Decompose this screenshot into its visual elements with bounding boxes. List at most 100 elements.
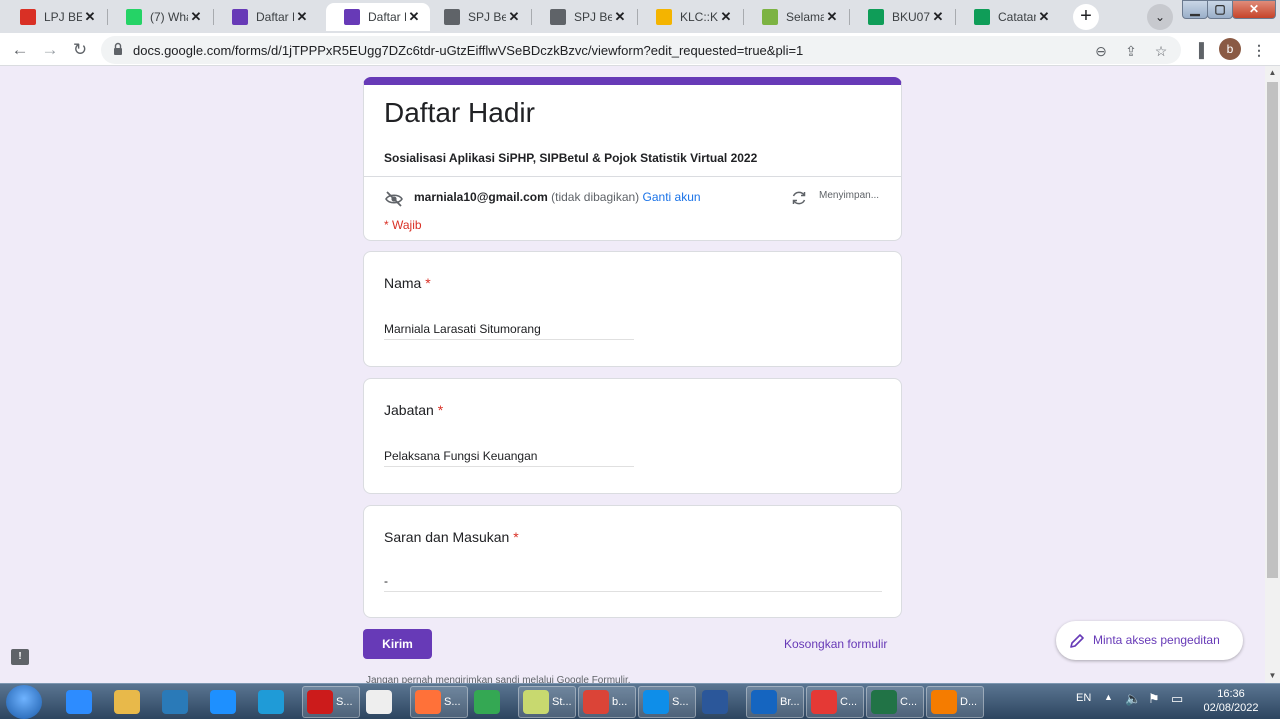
taskbar-item[interactable]: C... bbox=[806, 686, 864, 718]
volume-icon[interactable]: 🔈 bbox=[1125, 691, 1141, 707]
clock-time: 16:36 bbox=[1217, 688, 1245, 700]
taskbar-item[interactable]: b... bbox=[578, 686, 636, 718]
show-hidden-icons[interactable]: ▲ bbox=[1104, 692, 1113, 702]
file-explorer-icon bbox=[114, 690, 140, 714]
required-asterisk: * bbox=[437, 402, 444, 418]
request-edit-label: Minta akses pengeditan bbox=[1093, 633, 1220, 647]
browser-tab[interactable]: Daftar Ha✕ bbox=[326, 3, 430, 31]
feedback-icon[interactable]: ! bbox=[11, 649, 29, 665]
browser-tab[interactable]: (7) What✕ bbox=[108, 3, 212, 31]
new-tab-button[interactable]: + bbox=[1073, 4, 1099, 30]
opera-icon bbox=[307, 690, 333, 714]
share-icon[interactable]: ⇪ bbox=[1121, 41, 1141, 61]
taskbar-item-label: S... bbox=[672, 696, 689, 708]
scroll-down-icon[interactable]: ▼ bbox=[1265, 669, 1280, 683]
clear-form-link[interactable]: Kosongkan formulir bbox=[784, 637, 887, 651]
taskbar-item[interactable]: Br... bbox=[746, 686, 804, 718]
answer-textarea-saran[interactable]: - bbox=[384, 574, 882, 592]
side-panel-icon[interactable]: ▐ bbox=[1189, 40, 1209, 60]
start-button[interactable] bbox=[6, 685, 42, 719]
word-icon bbox=[702, 690, 728, 714]
taskbar-item[interactable] bbox=[254, 686, 300, 718]
back-arrow-icon[interactable]: ← bbox=[8, 38, 32, 62]
browser-tab[interactable]: KLC::Kem✕ bbox=[638, 3, 742, 31]
close-tab-icon[interactable]: ✕ bbox=[188, 9, 204, 25]
chrome-profile-icon bbox=[583, 690, 609, 714]
close-tab-icon[interactable]: ✕ bbox=[824, 9, 840, 25]
cc4-icon bbox=[811, 690, 837, 714]
language-indicator[interactable]: EN bbox=[1076, 692, 1091, 704]
close-tab-icon[interactable]: ✕ bbox=[294, 9, 310, 25]
taskbar-item[interactable] bbox=[158, 686, 204, 718]
taskbar-item[interactable] bbox=[362, 686, 408, 718]
taskbar-item[interactable]: S... bbox=[638, 686, 696, 718]
answer-input-jabatan[interactable]: Pelaksana Fungsi Keuangan bbox=[384, 449, 634, 467]
form-header-card: Daftar Hadir Sosialisasi Aplikasi SiPHP,… bbox=[363, 77, 902, 241]
close-tab-icon[interactable]: ✕ bbox=[1036, 9, 1052, 25]
profile-avatar[interactable]: b bbox=[1219, 38, 1241, 60]
submit-button[interactable]: Kirim bbox=[363, 629, 432, 659]
menu-kebab-icon[interactable]: ⋮ bbox=[1249, 40, 1269, 60]
taskbar-item[interactable] bbox=[62, 686, 108, 718]
answer-input-nama[interactable]: Marniala Larasati Situmorang bbox=[384, 322, 634, 340]
forward-arrow-icon[interactable]: → bbox=[38, 38, 62, 62]
switch-account-link[interactable]: Ganti akun bbox=[643, 190, 701, 204]
close-tab-icon[interactable]: ✕ bbox=[506, 9, 522, 25]
tab-title: LPJ BEND bbox=[44, 10, 82, 24]
tab-title: Catatan bbox=[998, 10, 1036, 24]
reload-icon[interactable]: ↻ bbox=[68, 38, 92, 62]
bookmark-star-icon[interactable]: ☆ bbox=[1151, 41, 1171, 61]
browser-tab[interactable]: LPJ BEND✕ bbox=[2, 3, 106, 31]
scrollbar-thumb[interactable] bbox=[1267, 82, 1278, 578]
required-note: * Wajib bbox=[384, 218, 422, 232]
browser-tab[interactable]: Selamat✕ bbox=[744, 3, 848, 31]
system-clock[interactable]: 16:36 02/08/2022 bbox=[1198, 687, 1264, 715]
password-warning-note: Jangan pernah mengirimkan sandi melalui … bbox=[366, 675, 631, 683]
action-center-icon[interactable]: ▭ bbox=[1171, 691, 1183, 707]
maximize-button[interactable]: ▢ bbox=[1207, 0, 1233, 19]
taskbar-item[interactable] bbox=[698, 686, 744, 718]
taskbar-item[interactable] bbox=[470, 686, 516, 718]
scroll-up-icon[interactable]: ▲ bbox=[1265, 66, 1280, 80]
excel-icon bbox=[871, 690, 897, 714]
address-bar[interactable]: docs.google.com/forms/d/1jTPPPxR5EUgg7DZ… bbox=[101, 36, 1181, 64]
close-tab-icon[interactable]: ✕ bbox=[930, 9, 946, 25]
taskbar-item-label: Br... bbox=[780, 696, 800, 708]
tab-title: Selamat bbox=[786, 10, 824, 24]
zoom-icon bbox=[66, 690, 92, 714]
tab-title: Daftar Ha bbox=[368, 10, 406, 24]
browser-tab[interactable]: Catatan ✕ bbox=[956, 3, 1060, 31]
taskbar-item[interactable]: St... bbox=[518, 686, 576, 718]
close-tab-icon[interactable]: ✕ bbox=[612, 9, 628, 25]
taskbar-item[interactable]: S... bbox=[302, 686, 360, 718]
taskbar-item[interactable] bbox=[110, 686, 156, 718]
network-icon[interactable]: ⚑ bbox=[1148, 691, 1160, 707]
pdf-icon bbox=[931, 690, 957, 714]
windows-taskbar: S... S... St... b... S... Br... C... C... D... E… bbox=[0, 683, 1280, 719]
request-edit-access-button[interactable]: Minta akses pengeditan bbox=[1056, 621, 1243, 660]
zoom-icon[interactable]: ⊖ bbox=[1091, 41, 1111, 61]
taskbar-item[interactable]: S... bbox=[410, 686, 468, 718]
question-label: Saran dan Masukan * bbox=[384, 529, 519, 545]
google-forms-icon bbox=[344, 9, 360, 25]
browser-tab[interactable]: SPJ Belan✕ bbox=[426, 3, 530, 31]
gmail-icon bbox=[20, 9, 36, 25]
browser-tab[interactable]: Daftar Ha✕ bbox=[214, 3, 318, 31]
taskbar-item[interactable] bbox=[206, 686, 252, 718]
taskbar-item-label: St... bbox=[552, 696, 572, 708]
minimize-button[interactable]: ▁ bbox=[1182, 0, 1208, 19]
close-window-button[interactable]: ✕ bbox=[1232, 0, 1276, 19]
page-scrollbar[interactable]: ▲ ▼ bbox=[1265, 66, 1280, 683]
google-sheets-icon bbox=[868, 9, 884, 25]
tab-search-button[interactable]: ⌄ bbox=[1147, 4, 1173, 30]
close-tab-icon[interactable]: ✕ bbox=[718, 9, 734, 25]
taskbar-item[interactable]: D... bbox=[926, 686, 984, 718]
taskbar-item[interactable]: C... bbox=[866, 686, 924, 718]
browser-tab[interactable]: BKU07.2(✕ bbox=[850, 3, 954, 31]
google-forms-icon bbox=[232, 9, 248, 25]
globe-icon bbox=[444, 9, 460, 25]
close-tab-icon[interactable]: ✕ bbox=[82, 9, 98, 25]
question-title: Nama bbox=[384, 275, 422, 291]
close-tab-icon[interactable]: ✕ bbox=[406, 9, 422, 25]
browser-tab[interactable]: SPJ Belan✕ bbox=[532, 3, 636, 31]
